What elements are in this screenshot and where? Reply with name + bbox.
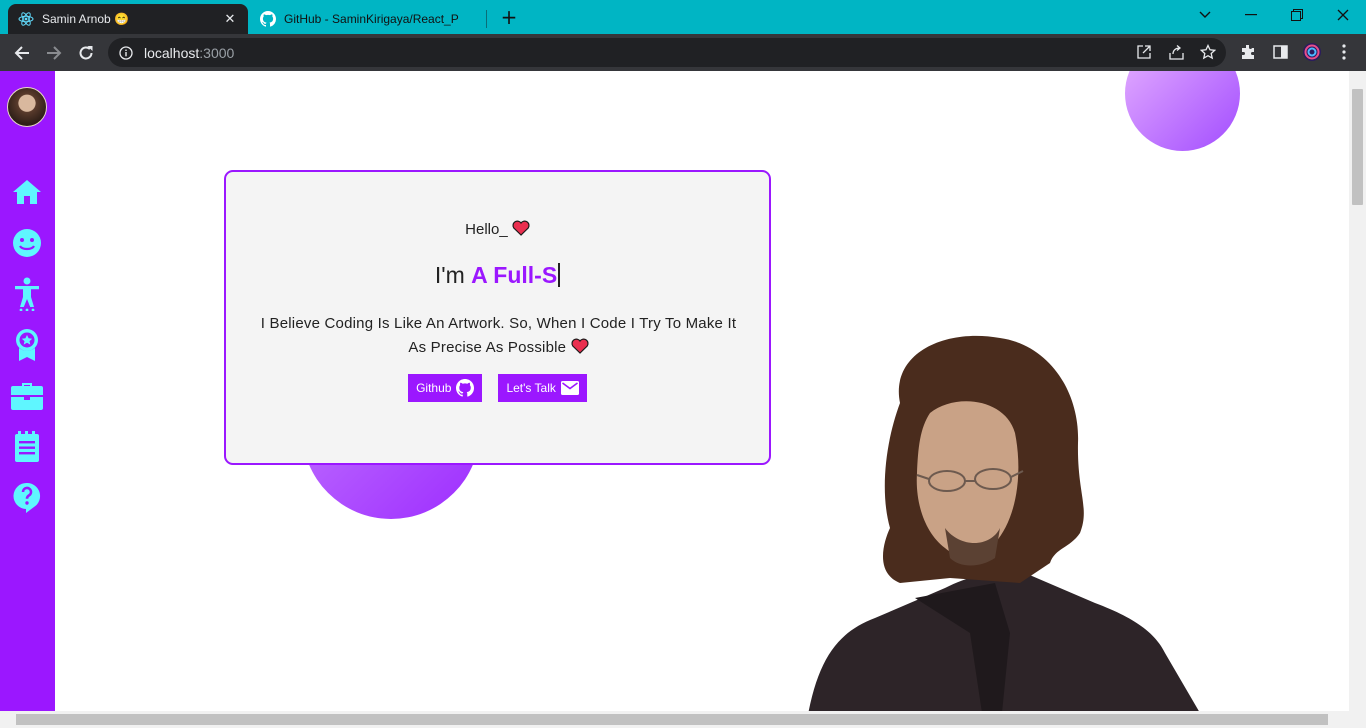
horizontal-scrollbar-thumb[interactable] bbox=[16, 714, 1328, 725]
vertical-scrollbar-thumb[interactable] bbox=[1352, 89, 1363, 205]
github-button-label: Github bbox=[416, 381, 452, 395]
hero-description: I Believe Coding Is Like An Artwork. So,… bbox=[256, 312, 741, 360]
award-icon[interactable] bbox=[11, 329, 43, 361]
restore-icon[interactable] bbox=[1274, 0, 1320, 30]
share-icon[interactable] bbox=[1165, 41, 1187, 63]
role-prefix: I'm bbox=[434, 262, 472, 288]
url-host: localhost bbox=[144, 44, 200, 61]
extensions-icon[interactable] bbox=[1237, 41, 1259, 63]
open-in-app-icon[interactable] bbox=[1133, 41, 1155, 63]
notes-icon[interactable] bbox=[11, 431, 43, 463]
home-icon[interactable] bbox=[11, 176, 43, 208]
tab-samin-arnob[interactable]: Samin Arnob 😁 ✕ bbox=[8, 4, 248, 34]
address-bar[interactable]: localhost:3000 bbox=[108, 38, 1226, 67]
close-window-icon[interactable] bbox=[1320, 0, 1366, 30]
greeting-text: Hello_ bbox=[465, 221, 508, 238]
portrait-photo bbox=[805, 335, 1200, 728]
github-button[interactable]: Github bbox=[408, 374, 483, 402]
minimize-icon[interactable] bbox=[1228, 0, 1274, 30]
reload-icon[interactable] bbox=[72, 39, 100, 67]
mail-icon bbox=[560, 381, 579, 395]
decorative-blob bbox=[1125, 71, 1240, 151]
help-icon[interactable] bbox=[11, 482, 43, 514]
close-tab-icon[interactable]: ✕ bbox=[222, 11, 238, 27]
role-typed-text: A Full-S bbox=[471, 262, 558, 288]
heart-icon bbox=[512, 220, 530, 236]
forward-icon[interactable] bbox=[40, 39, 68, 67]
back-icon[interactable] bbox=[8, 39, 36, 67]
avatar[interactable] bbox=[7, 87, 47, 127]
side-panel-icon[interactable] bbox=[1269, 41, 1291, 63]
browser-toolbar: localhost:3000 bbox=[0, 34, 1366, 71]
typing-caret bbox=[558, 263, 561, 287]
github-icon bbox=[456, 379, 475, 397]
sidebar-nav bbox=[0, 71, 55, 728]
url-text: localhost:3000 bbox=[144, 45, 234, 61]
accessibility-icon[interactable] bbox=[11, 277, 43, 311]
hero-card: Hello_ I'm A Full-S I Believe Coding Is … bbox=[224, 170, 771, 465]
browser-tab-strip: Samin Arnob 😁 ✕ GitHub - SaminKirigaya/R… bbox=[0, 0, 1366, 34]
bookmark-star-icon[interactable] bbox=[1197, 41, 1219, 63]
url-port: :3000 bbox=[199, 44, 235, 61]
heart-icon bbox=[571, 338, 589, 354]
tab-search-chevron-down-icon[interactable] bbox=[1182, 0, 1228, 30]
tab-divider bbox=[486, 10, 487, 28]
lets-talk-button-label: Let's Talk bbox=[506, 381, 556, 395]
profile-icon[interactable] bbox=[1301, 41, 1323, 63]
description-text: I Believe Coding Is Like An Artwork. So,… bbox=[260, 315, 737, 356]
greeting: Hello_ bbox=[226, 220, 769, 238]
tab-title: Samin Arnob 😁 bbox=[42, 12, 129, 26]
briefcase-icon[interactable] bbox=[11, 380, 43, 412]
lets-talk-button[interactable]: Let's Talk bbox=[498, 374, 587, 402]
github-icon bbox=[260, 11, 276, 27]
info-icon[interactable] bbox=[118, 45, 134, 61]
role-typewriter: I'm A Full-S bbox=[226, 262, 769, 289]
page-viewport: Hello_ I'm A Full-S I Believe Coding Is … bbox=[0, 71, 1366, 728]
menu-dots-icon[interactable] bbox=[1333, 41, 1355, 63]
new-tab-button[interactable]: + bbox=[498, 5, 520, 29]
hero-actions: Github Let's Talk bbox=[226, 374, 769, 402]
tab-github[interactable]: GitHub - SaminKirigaya/React_P bbox=[250, 4, 486, 34]
react-icon bbox=[18, 11, 34, 27]
tab-title: GitHub - SaminKirigaya/React_P bbox=[284, 12, 459, 26]
smiley-icon[interactable] bbox=[11, 227, 43, 259]
